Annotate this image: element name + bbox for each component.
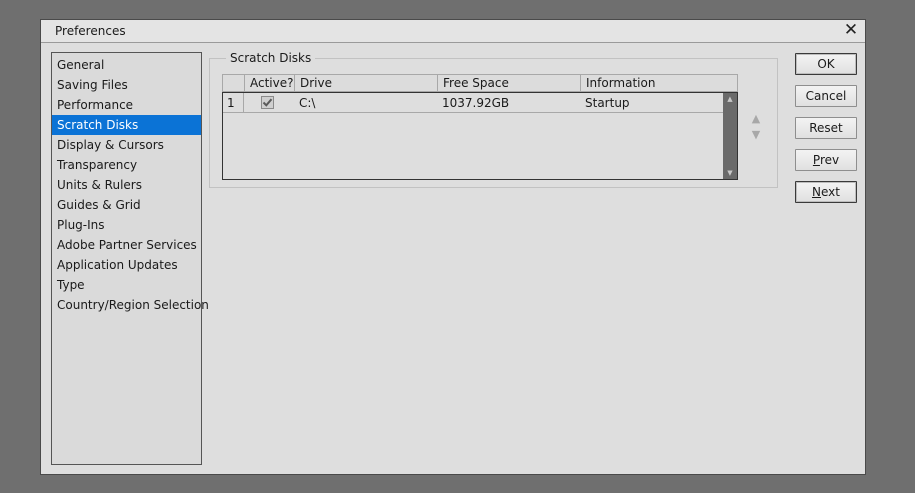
- triangle-up-icon[interactable]: ▲: [749, 111, 763, 127]
- active-cell: [244, 93, 294, 113]
- sidebar-item-application-updates[interactable]: Application Updates: [52, 255, 201, 275]
- reorder-controls: ▲ ▼: [749, 111, 763, 143]
- preferences-category-list: General Saving Files Performance Scratch…: [51, 52, 209, 465]
- preferences-dialog: Preferences ✕ General Saving Files Perfo…: [40, 19, 866, 475]
- information-cell: Startup: [585, 96, 630, 110]
- window-title: Preferences: [55, 24, 126, 38]
- scroll-down-icon[interactable]: ▼: [723, 167, 737, 179]
- vertical-scrollbar[interactable]: ▲ ▼: [723, 93, 737, 179]
- sidebar-item-scratch-disks[interactable]: Scratch Disks: [52, 115, 201, 135]
- scroll-up-icon[interactable]: ▲: [723, 93, 737, 105]
- sidebar-item-performance[interactable]: Performance: [52, 95, 201, 115]
- sidebar-item-display-cursors[interactable]: Display & Cursors: [52, 135, 201, 155]
- sidebar-item-country-region-selection[interactable]: Country/Region Selection: [52, 295, 209, 315]
- sidebar-item-type[interactable]: Type: [52, 275, 201, 295]
- close-icon[interactable]: ✕: [842, 21, 860, 39]
- scratch-disks-group: Scratch Disks Active? Drive Free Space I…: [209, 51, 778, 188]
- checkmark-icon: [262, 98, 273, 107]
- sidebar-item-transparency[interactable]: Transparency: [52, 155, 201, 175]
- header-drive[interactable]: Drive: [295, 75, 438, 91]
- table-header: Active? Drive Free Space Information: [222, 74, 738, 92]
- ok-button[interactable]: OK: [795, 53, 857, 75]
- sidebar-item-saving-files[interactable]: Saving Files: [52, 75, 201, 95]
- triangle-down-icon[interactable]: ▼: [749, 127, 763, 143]
- scratch-disks-table: Active? Drive Free Space Information 1 C…: [222, 74, 738, 180]
- group-title: Scratch Disks: [226, 51, 316, 65]
- drive-cell: C:\: [299, 96, 316, 110]
- row-index: 1: [223, 93, 244, 113]
- sidebar-item-plug-ins[interactable]: Plug-Ins: [52, 215, 201, 235]
- free-space-cell: 1037.92GB: [442, 96, 510, 110]
- header-index: [223, 75, 245, 91]
- title-bar[interactable]: Preferences ✕: [41, 20, 865, 43]
- sidebar-item-units-rulers[interactable]: Units & Rulers: [52, 175, 201, 195]
- reset-button[interactable]: Reset: [795, 117, 857, 139]
- next-button[interactable]: Next: [795, 181, 857, 203]
- sidebar-item-adobe-partner-services[interactable]: Adobe Partner Services: [52, 235, 201, 255]
- table-body: 1 C:\ 1037.92GB Startup ▲ ▼: [222, 92, 738, 180]
- prev-button[interactable]: Prev: [795, 149, 857, 171]
- header-active[interactable]: Active?: [245, 75, 295, 91]
- cancel-button[interactable]: Cancel: [795, 85, 857, 107]
- header-free-space[interactable]: Free Space: [438, 75, 581, 91]
- header-information[interactable]: Information: [581, 75, 737, 91]
- active-checkbox[interactable]: [261, 96, 274, 109]
- table-row[interactable]: 1 C:\ 1037.92GB Startup: [223, 93, 723, 113]
- sidebar-item-general[interactable]: General: [52, 55, 201, 75]
- sidebar-item-guides-grid[interactable]: Guides & Grid: [52, 195, 201, 215]
